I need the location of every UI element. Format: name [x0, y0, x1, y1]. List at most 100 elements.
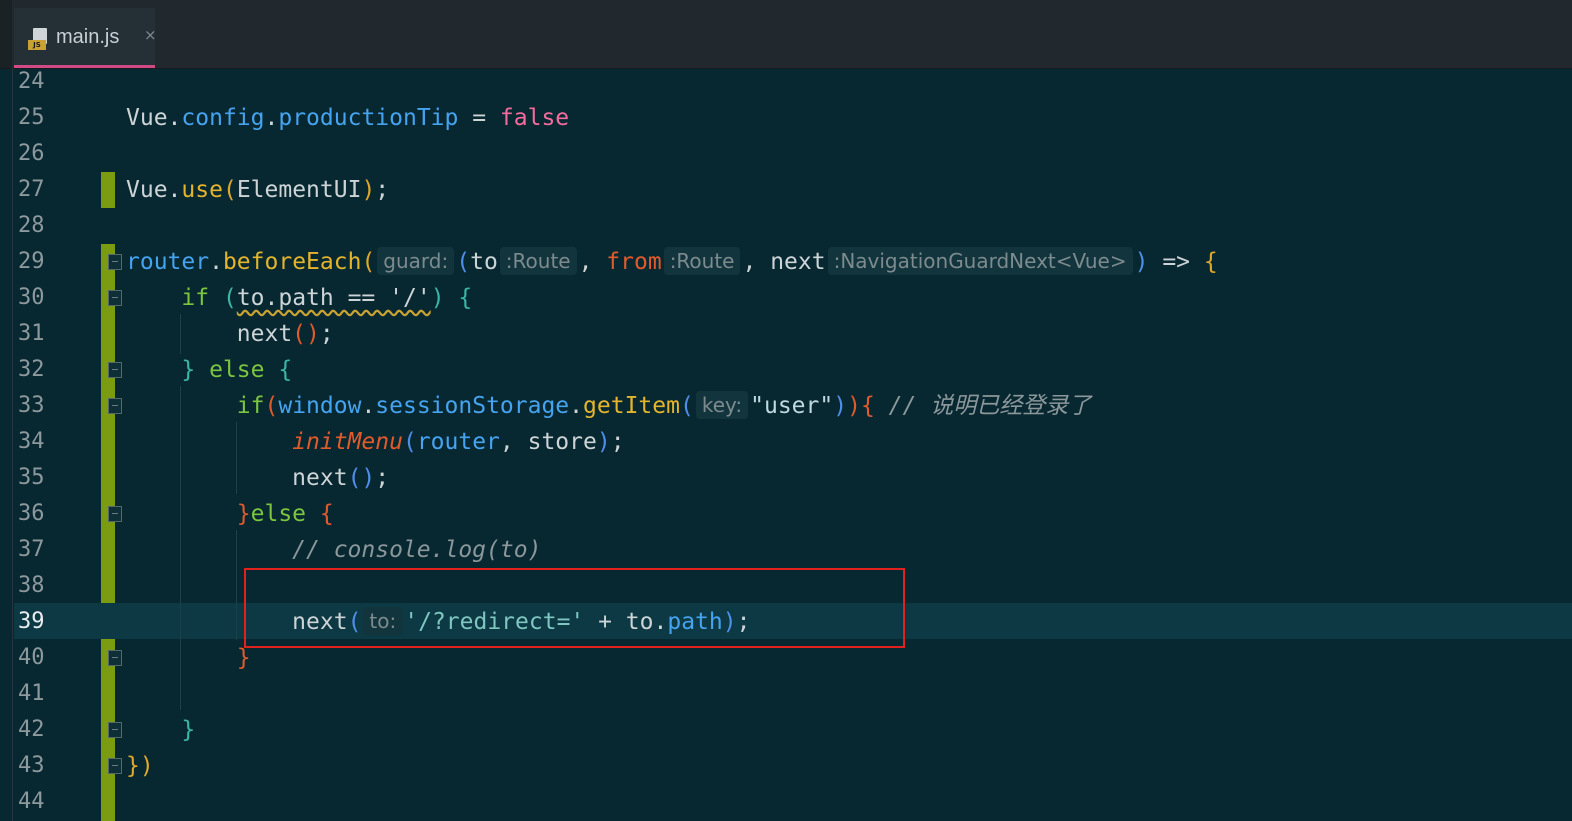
line-number: 33: [18, 393, 45, 418]
parameter-hint: guard:: [377, 247, 455, 275]
code-text[interactable]: initMenu(router, store);: [126, 424, 624, 460]
code-token: ): [306, 321, 320, 347]
code-text[interactable]: }: [126, 712, 195, 748]
code-text[interactable]: Vue.use(ElementUI);: [126, 172, 389, 208]
code-token: (: [402, 429, 417, 455]
tab-bar-edge: [0, 0, 12, 68]
code-token: if: [181, 285, 210, 311]
code-text[interactable]: }): [126, 748, 154, 784]
close-tab-icon[interactable]: ×: [144, 26, 157, 44]
code-line[interactable]: 42 }: [0, 712, 1572, 748]
file-type-label: JS: [28, 40, 46, 50]
code-token: (: [292, 321, 307, 347]
code-token: {: [860, 393, 875, 419]
code-token: ;: [375, 465, 390, 491]
code-token: ): [847, 393, 861, 419]
code-token: (: [222, 177, 237, 203]
code-text[interactable]: if(window.sessionStorage.getItem(key: "us…: [126, 388, 1091, 424]
code-token: ): [139, 753, 154, 779]
code-token: config: [181, 105, 265, 131]
tab-main-js[interactable]: JS main.js ×: [14, 8, 157, 68]
code-text[interactable]: next();: [126, 460, 389, 496]
code-token: (: [679, 393, 694, 419]
code-token: Vue: [126, 105, 168, 131]
code-text[interactable]: router.beforeEach(guard: (to:Route, from:…: [126, 244, 1218, 280]
code-text[interactable]: }else {: [126, 496, 334, 532]
line-number: 34: [18, 429, 45, 454]
type-hint: :Route: [499, 247, 577, 275]
tab-file-name[interactable]: main.js: [56, 26, 119, 49]
code-line[interactable]: 29 router.beforeEach(guard: (to:Route, fr…: [0, 244, 1572, 280]
code-token: ): [1134, 249, 1149, 275]
annotation-highlight-box: [244, 568, 905, 648]
code-token: {: [278, 357, 293, 383]
code-token: }: [236, 645, 251, 671]
code-token: (: [347, 465, 362, 491]
code-line[interactable]: 28: [0, 208, 1572, 244]
code-line[interactable]: 27 Vue.use(ElementUI);: [0, 172, 1572, 208]
code-line[interactable]: 33 if(window.sessionStorage.getItem(key:…: [0, 388, 1572, 424]
code-line[interactable]: 25 Vue.config.productionTip = false: [0, 100, 1572, 136]
code-line[interactable]: 34 initMenu(router, store);: [0, 424, 1572, 460]
code-token: sessionStorage: [375, 393, 570, 419]
line-number: 30: [18, 285, 45, 310]
code-token: =: [458, 105, 500, 131]
code-token: router: [126, 249, 210, 275]
code-line[interactable]: 41: [0, 676, 1572, 712]
code-token: productionTip: [278, 105, 459, 131]
code-text[interactable]: Vue.config.productionTip = false: [126, 100, 569, 136]
code-token: ): [596, 429, 611, 455]
code-text[interactable]: // console.log(to): [126, 532, 541, 568]
code-token: ): [361, 465, 376, 491]
code-token: (: [456, 249, 471, 275]
code-token: .: [209, 249, 223, 275]
code-token: }: [181, 717, 196, 743]
code-token-with-warning: to.path == '/': [236, 285, 431, 311]
line-number: 24: [18, 69, 45, 94]
code-text[interactable]: }: [126, 640, 251, 676]
code-text[interactable]: if (to.path == '/') {: [126, 280, 472, 316]
parameter-hint: key:: [695, 391, 749, 419]
code-token: ): [833, 393, 848, 419]
code-token: .: [167, 177, 182, 203]
code-token: next: [292, 465, 348, 491]
code-line[interactable]: 26: [0, 136, 1572, 172]
code-token: next: [236, 321, 293, 347]
code-line[interactable]: 35 next();: [0, 460, 1572, 496]
line-number: 35: [18, 465, 45, 490]
code-token: ElementUI: [236, 177, 362, 203]
code-token: to: [470, 249, 498, 275]
line-number: 41: [18, 681, 45, 706]
code-line[interactable]: 36 }else {: [0, 496, 1572, 532]
code-token: .: [361, 393, 376, 419]
code-token: ): [430, 285, 445, 311]
code-text[interactable]: } else {: [126, 352, 292, 388]
code-token: beforeEach: [222, 249, 362, 275]
code-line[interactable]: 43 }): [0, 748, 1572, 784]
code-line[interactable]: 30 if (to.path == '/') {: [0, 280, 1572, 316]
code-token: getItem: [583, 393, 680, 419]
code-line[interactable]: 31 next();: [0, 316, 1572, 352]
code-line[interactable]: 44: [0, 784, 1572, 820]
code-line[interactable]: 24: [0, 64, 1572, 100]
line-number: 31: [18, 321, 45, 346]
code-line[interactable]: 32 } else {: [0, 352, 1572, 388]
code-token: Vue: [126, 177, 168, 203]
code-token: ): [361, 177, 376, 203]
code-text[interactable]: next();: [126, 316, 334, 352]
code-token: ;: [375, 177, 390, 203]
editor-tab-bar: JS main.js ×: [0, 0, 1572, 69]
code-token: else: [250, 501, 307, 527]
line-number: 42: [18, 717, 45, 742]
code-line[interactable]: 37 // console.log(to): [0, 532, 1572, 568]
